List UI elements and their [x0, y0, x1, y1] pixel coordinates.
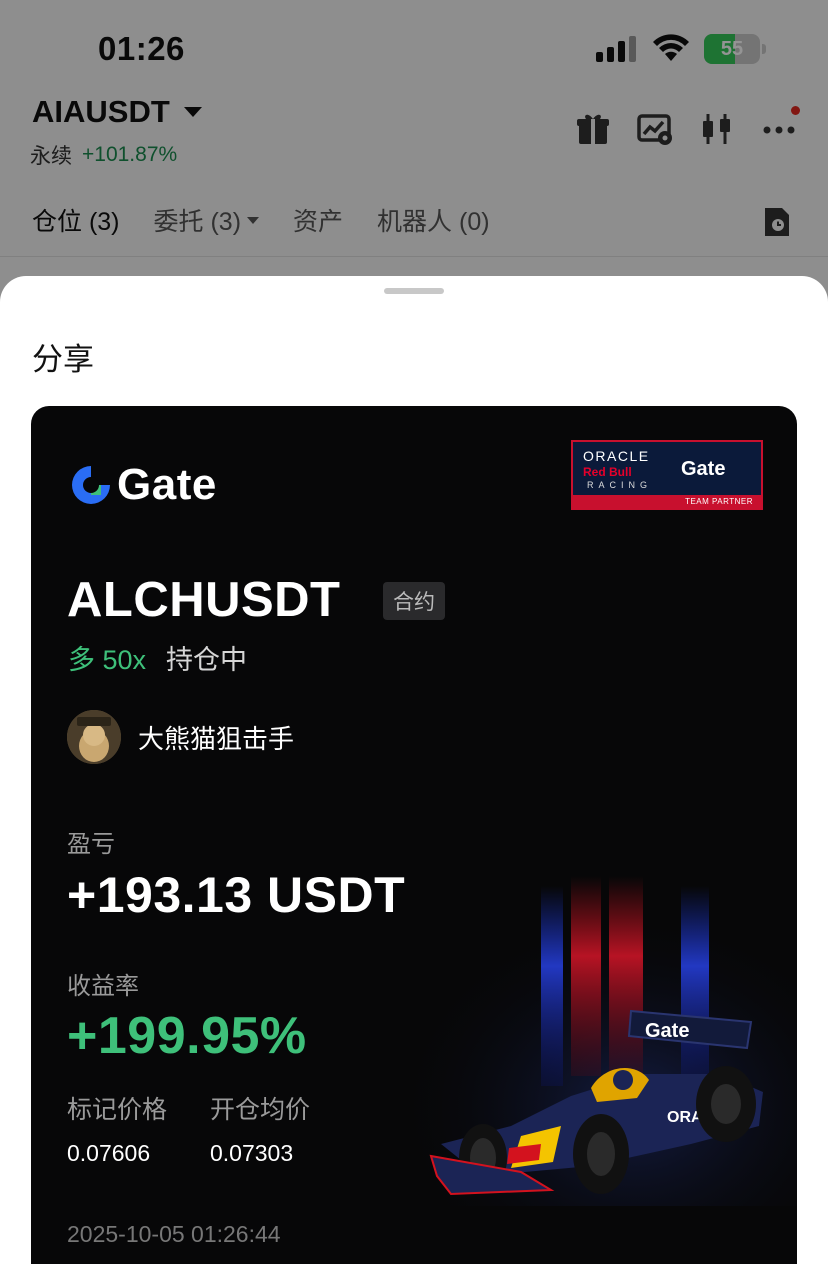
partner-racing: RACING: [587, 480, 653, 490]
partner-redbull: Red Bull: [583, 465, 632, 479]
share-sheet: 分享 Gate ORACLE Red Bull RACING Gate TEAM…: [0, 276, 828, 1264]
position-symbol: ALCHUSDT: [67, 573, 341, 627]
entry-price-group: 开仓均价 0.07303: [210, 1090, 310, 1167]
sheet-title: 分享: [32, 342, 94, 377]
contract-badge: 合约: [383, 582, 445, 620]
mark-price-value: 0.07606: [67, 1140, 151, 1166]
avatar: [67, 710, 121, 764]
share-card: Gate ORACLE Red Bull RACING Gate TEAM PA…: [31, 406, 797, 1264]
position-side: 多 50x: [68, 645, 147, 675]
position-status: 持仓中: [166, 645, 248, 675]
gate-logo: Gate: [69, 460, 217, 510]
partner-gate: Gate: [681, 458, 726, 480]
sheet-grabber[interactable]: [384, 288, 444, 294]
brand-name: Gate: [117, 460, 217, 509]
username: 大熊猫狙击手: [138, 723, 295, 754]
pnl-value: +193.13 USDT: [67, 867, 406, 923]
user-row: 大熊猫狙击手: [67, 710, 294, 764]
roi-value: +199.95%: [67, 1007, 307, 1065]
mark-price-group: 标记价格 0.07606: [67, 1090, 167, 1167]
redbull-partner-logo: ORACLE Red Bull RACING Gate TEAM PARTNER: [571, 440, 763, 510]
share-timestamp: 2025-10-05 01:26:44: [67, 1221, 281, 1247]
mark-price-label: 标记价格: [67, 1096, 168, 1124]
partner-oracle: ORACLE: [583, 448, 650, 464]
f1-car-illustration: Gate ORACLE: [391, 876, 797, 1206]
gate-logo-icon: [72, 466, 110, 504]
car-sponsor-text: Gate: [645, 1020, 689, 1042]
pnl-label: 盈亏: [67, 831, 115, 858]
entry-price-label: 开仓均价: [210, 1096, 311, 1124]
partner-team: TEAM PARTNER: [685, 497, 753, 506]
roi-label: 收益率: [67, 973, 139, 1000]
entry-price-value: 0.07303: [210, 1140, 294, 1166]
position-side-row: 多 50x 持仓中: [68, 638, 247, 677]
